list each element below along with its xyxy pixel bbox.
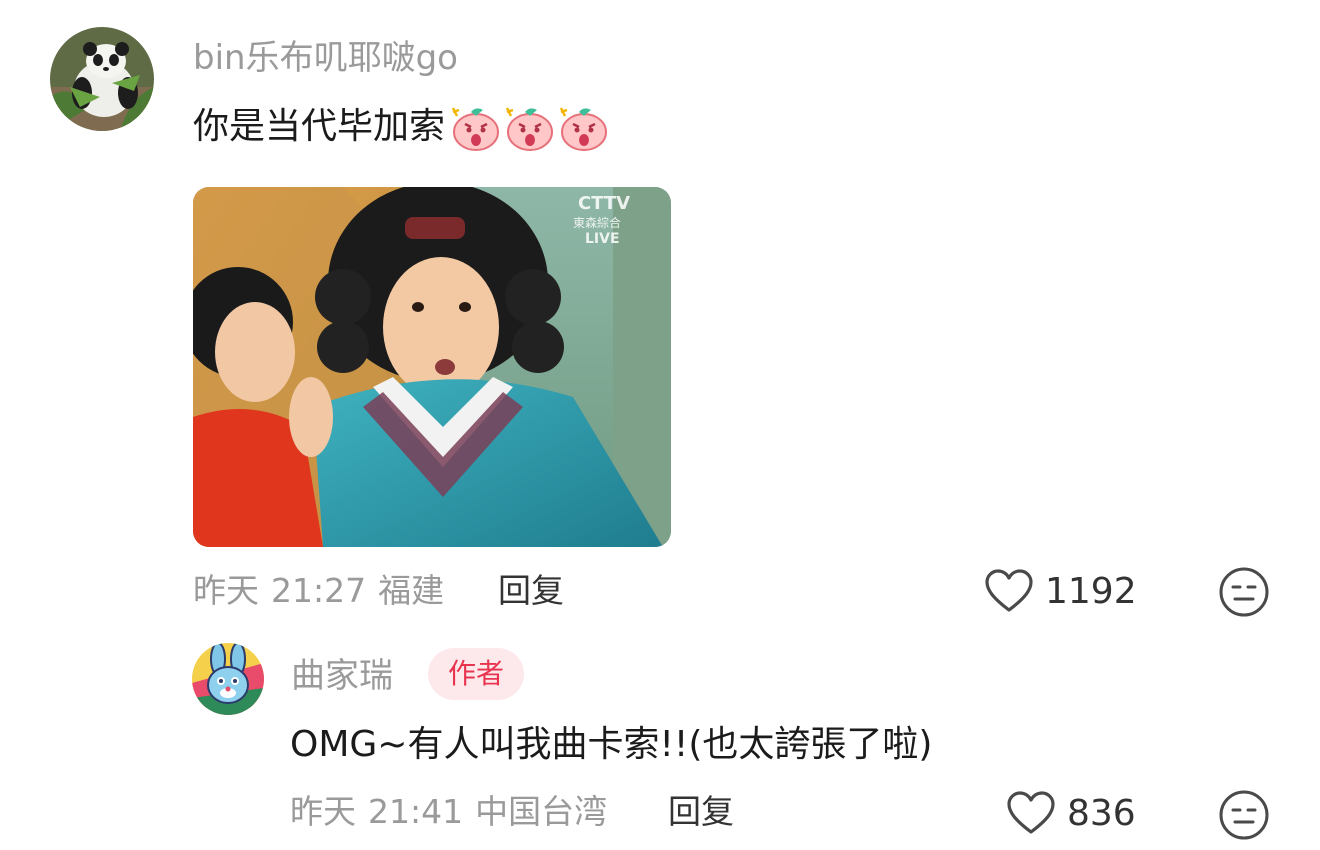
comment-thread: bin乐布叽耶啵go 你是当代毕加索 CTTV 東森綜合 LIVE 昨天 21:… [0, 0, 1320, 850]
meh-face-icon[interactable] [1218, 789, 1270, 841]
heart-icon [985, 569, 1033, 612]
shocked-peach-emoji-icon [505, 107, 554, 151]
reply-meta: 昨天 21:41 中国台湾 [290, 792, 619, 832]
reply-button[interactable]: 回复 [498, 571, 564, 611]
reply-reply-button[interactable]: 回复 [668, 792, 734, 832]
reply-username[interactable]: 曲家瑞 [291, 656, 393, 696]
reply-like-button[interactable]: 836 [1005, 790, 1136, 836]
comment-username[interactable]: bin乐布叽耶啵go [193, 38, 458, 78]
reply-like-count: 836 [1067, 792, 1136, 834]
comment-meta: 昨天 21:27 福建 [193, 571, 456, 611]
svg-text:CTTV: CTTV [578, 193, 630, 214]
meh-face-icon[interactable] [1218, 566, 1270, 618]
emoji-group [449, 102, 609, 152]
avatar-rabbit[interactable] [192, 643, 264, 715]
reply-date: 昨天 [290, 792, 356, 831]
comment-body: 你是当代毕加索 [193, 102, 609, 152]
like-button[interactable]: 1192 [983, 568, 1137, 614]
comment-location: 福建 [378, 571, 445, 610]
comment-photo[interactable]: CTTV 東森綜合 LIVE [193, 187, 671, 547]
svg-text:東森綜合: 東森綜合 [573, 215, 621, 230]
author-badge: 作者 [428, 648, 524, 700]
comment-date: 昨天 [193, 571, 259, 610]
reply-location: 中国台湾 [475, 792, 608, 831]
shocked-peach-emoji-icon [559, 107, 608, 151]
comment-text: 你是当代毕加索 [193, 106, 446, 147]
reply-text: OMG~有人叫我曲卡索!!(也太誇張了啦) [290, 724, 933, 765]
svg-text:LIVE: LIVE [585, 231, 620, 247]
avatar-panda[interactable] [50, 27, 154, 131]
shocked-peach-emoji-icon [451, 107, 500, 151]
like-count: 1192 [1045, 570, 1137, 612]
heart-icon [1007, 791, 1055, 834]
comment-time: 21:27 [271, 571, 367, 610]
reply-time: 21:41 [368, 792, 464, 831]
